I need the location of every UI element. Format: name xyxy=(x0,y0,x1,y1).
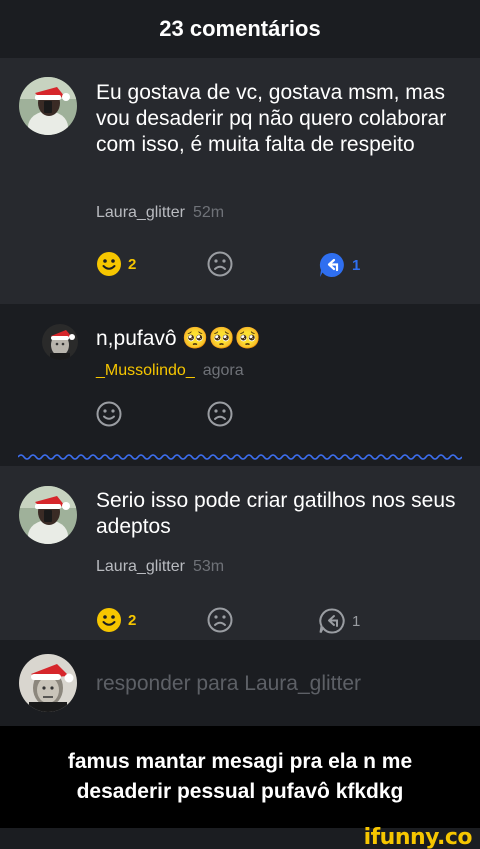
frown-icon xyxy=(207,607,233,633)
caption-text: famus mantar mesagi pra ela n me desader… xyxy=(67,750,413,803)
smile-reaction-button[interactable] xyxy=(96,401,122,427)
comment-card: Serio isso pode criar gatilhos nos seus … xyxy=(0,466,480,640)
frown-reaction-button[interactable] xyxy=(207,251,233,277)
avatar[interactable] xyxy=(19,77,77,135)
reply-comment-card: n,pufavô 🥺🥺🥺 _Mussolindo_ agora xyxy=(0,304,480,444)
comment-meta: _Mussolindo_ agora xyxy=(96,362,244,380)
comment-author[interactable]: _Mussolindo_ xyxy=(96,362,195,379)
comment-meta: Laura_glitter 53m xyxy=(96,558,224,576)
comment-time: 52m xyxy=(192,204,225,221)
comment-text: Serio isso pode criar gatilhos nos seus … xyxy=(96,489,456,538)
reply-count: 1 xyxy=(352,612,361,630)
comment-text: n,pufavô 🥺🥺🥺 xyxy=(96,327,261,350)
reply-filled-icon xyxy=(319,252,344,277)
comment-time: agora xyxy=(202,362,244,379)
smile-count: 2 xyxy=(128,255,137,273)
avatar[interactable] xyxy=(42,324,78,360)
reply-icon xyxy=(319,608,345,634)
frown-reaction-button[interactable] xyxy=(207,401,233,427)
frown-reaction-button[interactable] xyxy=(207,607,233,633)
smile-reaction-button[interactable]: 2 xyxy=(96,607,136,633)
avatar[interactable] xyxy=(19,486,77,544)
reply-button[interactable]: 1 xyxy=(318,251,360,279)
smile-reaction-button[interactable]: 2 xyxy=(96,251,136,277)
wavy-divider xyxy=(18,454,462,460)
comments-header: 23 comentários xyxy=(0,0,480,58)
comments-count-title: 23 comentários xyxy=(159,16,321,41)
reply-count: 1 xyxy=(352,256,361,274)
comment-card: Eu gostava de vc, gostava msm, mas vou d… xyxy=(0,58,480,304)
comment-author[interactable]: Laura_glitter xyxy=(96,558,185,575)
smile-filled-icon xyxy=(97,608,121,632)
frown-icon xyxy=(207,251,233,277)
current-user-avatar xyxy=(19,654,77,712)
comment-text: Eu gostava de vc, gostava msm, mas vou d… xyxy=(96,81,447,156)
reply-button[interactable]: 1 xyxy=(318,607,360,635)
ifunny-watermark: ifunny.co xyxy=(363,825,473,849)
frown-icon xyxy=(207,401,233,427)
smile-count: 2 xyxy=(128,611,137,629)
smile-icon xyxy=(96,401,122,427)
comment-meta: Laura_glitter 52m xyxy=(96,204,224,222)
comment-time: 53m xyxy=(192,558,225,575)
reply-input[interactable]: responder para Laura_glitter xyxy=(96,672,361,696)
meme-caption: famus mantar mesagi pra ela n me desader… xyxy=(0,726,480,828)
smile-filled-icon xyxy=(97,252,121,276)
comment-author[interactable]: Laura_glitter xyxy=(96,204,185,221)
